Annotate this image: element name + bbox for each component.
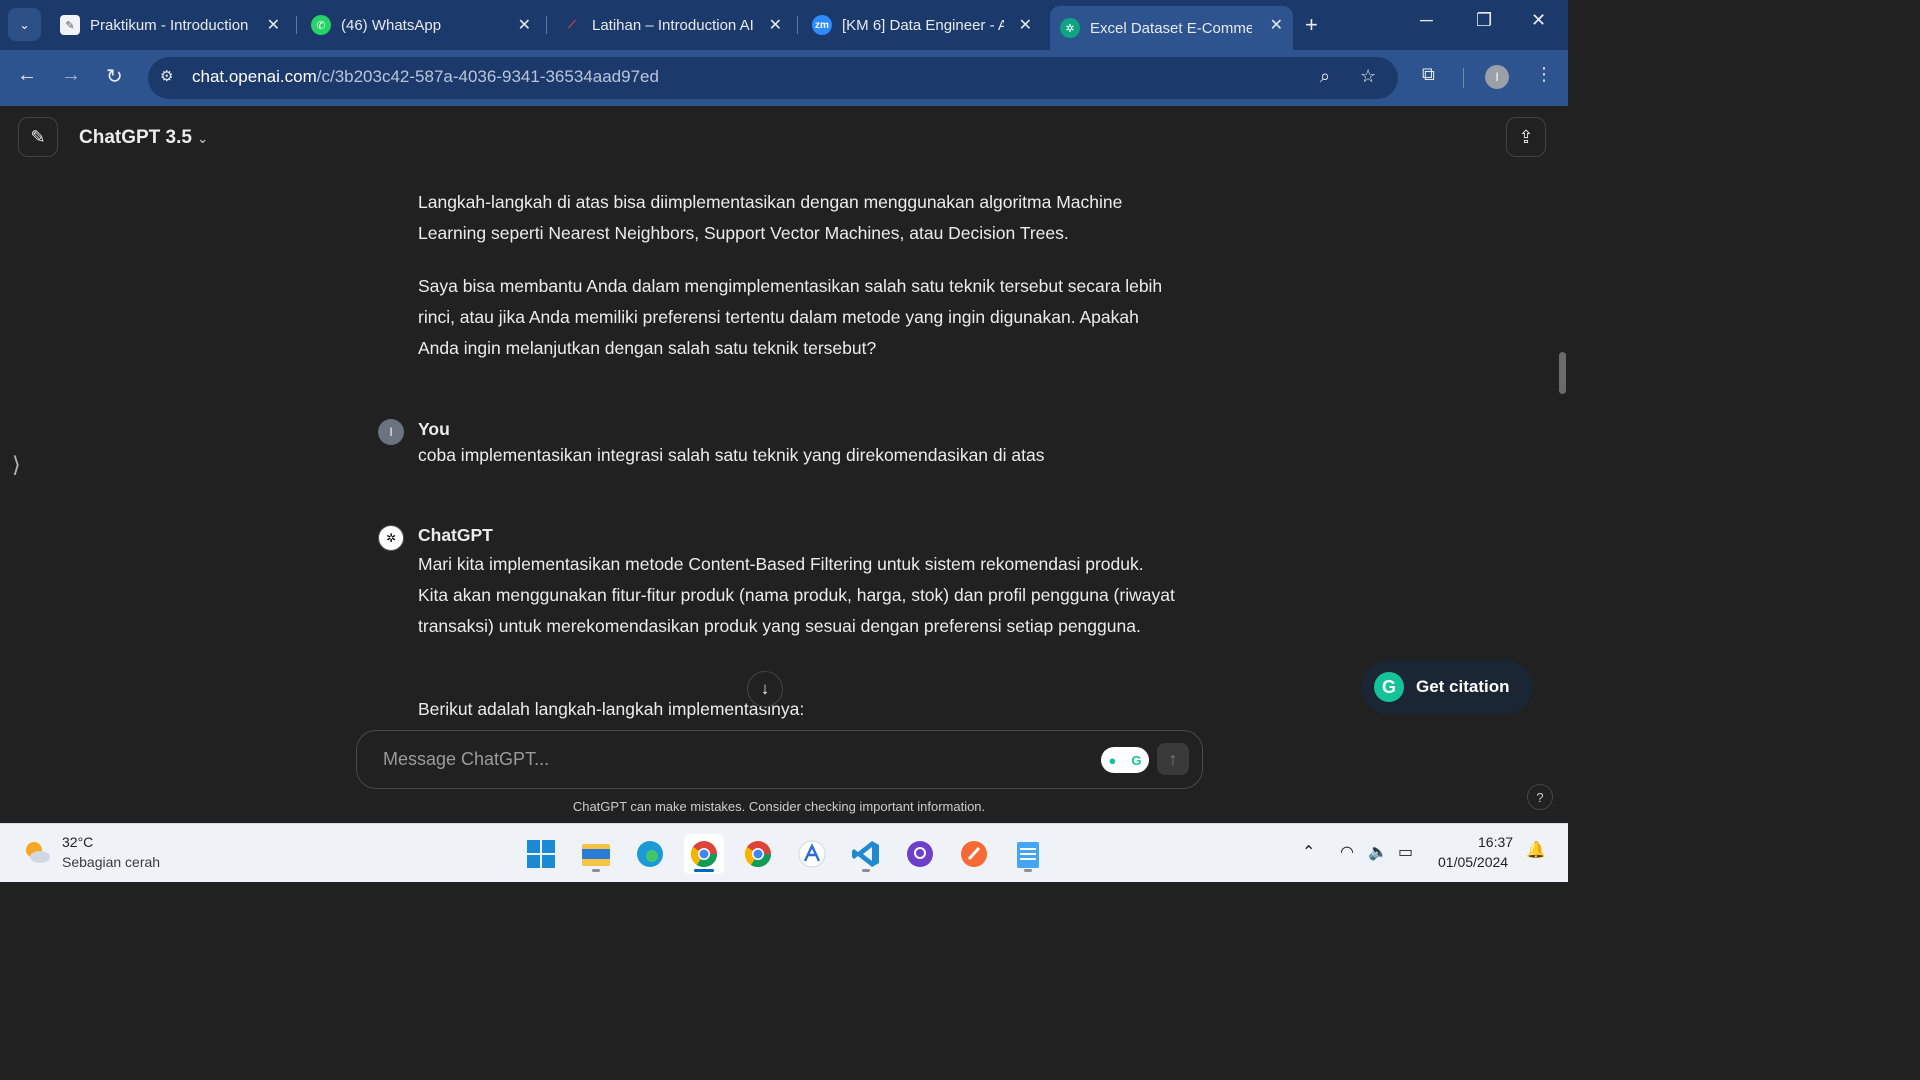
translate-app-icon[interactable] [792,834,832,874]
tab-title: (46) WhatsApp [341,16,442,34]
restore-icon[interactable]: ❐ [1476,10,1492,31]
browser-tab-strip: ⌄ ✎ Praktikum - Introduction ✕ ✆ (46) Wh… [0,0,1568,50]
tab-title: Praktikum - Introduction [90,16,249,34]
tab-praktikum[interactable]: ✎ Praktikum - Introduction ✕ [50,6,290,44]
active-indicator [694,869,714,872]
notification-bell-icon[interactable]: 🔔 [1526,840,1546,860]
battery-icon[interactable]: ▭ [1398,842,1413,862]
model-selector[interactable]: ChatGPT 3.5 ⌄ [79,127,208,149]
url-text[interactable]: chat.openai.com/c/3b203c42-587a-4036-934… [192,67,659,87]
assistant-paragraph: Mari kita implementasikan metode Content… [418,554,1175,636]
toolbar-divider [1463,68,1464,88]
running-indicator [592,869,600,872]
minimize-icon[interactable]: ─ [1420,10,1433,31]
back-arrow-icon[interactable]: ← [17,64,37,87]
openai-icon: ✲ [1060,18,1080,38]
clock-date[interactable]: 01/05/2024 [1438,854,1508,870]
tab-separator [797,16,798,34]
bookmark-star-icon[interactable]: ☆ [1360,66,1376,87]
message-composer[interactable]: Message ChatGPT... ● G ↑ [356,730,1203,789]
assistant-paragraph: Berikut adalah langkah-langkah implement… [418,699,805,719]
chatgpt-logo-icon: ✲ [378,525,404,551]
assistant-name: ChatGPT [418,525,493,545]
tab-search-button[interactable]: ⌄ [8,8,41,41]
tab-title: Excel Dataset E-Commerce [1090,19,1252,37]
scrollbar-thumb[interactable] [1559,352,1566,394]
notepad-icon[interactable] [1008,834,1048,874]
share-icon[interactable]: ⇪ [1506,117,1546,157]
scroll-down-arrow-icon[interactable]: ↓ [747,671,783,707]
tab-whatsapp[interactable]: ✆ (46) WhatsApp ✕ [301,6,541,44]
reload-icon[interactable]: ↻ [106,64,123,89]
message-input[interactable]: Message ChatGPT... [383,749,549,770]
close-icon[interactable]: ✕ [518,15,531,35]
chrome-profile-icon[interactable] [738,834,778,874]
weather-description[interactable]: Sebagian cerah [62,854,160,870]
close-icon[interactable]: ✕ [1019,15,1032,35]
extensions-icon[interactable]: ⧉ [1422,64,1435,85]
grammarly-icon: G [1374,672,1404,702]
sidebar-toggle-icon[interactable]: ⟩ [12,452,21,478]
chrome-browser-icon[interactable] [684,834,724,874]
wifi-icon[interactable]: ◠ [1340,842,1354,862]
postman-icon[interactable] [954,834,994,874]
close-icon[interactable]: ✕ [267,15,280,35]
weather-temperature[interactable]: 32°C [62,834,93,850]
grammarly-widget[interactable]: ● G [1101,747,1149,773]
get-citation-button[interactable]: G Get citation [1362,660,1532,714]
window-close-icon[interactable]: ✕ [1531,10,1546,31]
windows-start-icon[interactable] [521,834,561,874]
chevron-up-icon[interactable]: ⌃ [1302,842,1315,862]
chat-header: ✎ ChatGPT 3.5 ⌄ ⇪ [0,106,1568,170]
windows-taskbar: 32°C Sebagian cerah ⌃ ◠ 🔈 ▭ 16:37 01/05/… [0,823,1568,882]
address-bar[interactable]: ⚙ chat.openai.com/c/3b203c42-587a-4036-9… [148,57,1398,99]
tab-title: Latihan – Introduction AI [592,16,754,34]
browser-toolbar: ← → ↻ ⚙ chat.openai.com/c/3b203c42-587a-… [0,50,1568,106]
tab-separator [546,16,547,34]
tab-km6[interactable]: zm [KM 6] Data Engineer - A ✕ [802,6,1042,44]
partly-sunny-icon[interactable] [22,838,52,868]
close-icon[interactable]: ✕ [769,15,782,35]
whatsapp-icon: ✆ [311,15,331,35]
send-arrow-icon[interactable]: ↑ [1157,743,1189,775]
forward-arrow-icon[interactable]: → [61,64,81,87]
assistant-paragraph: Saya bisa membantu Anda dalam mengimplem… [418,276,1163,358]
tab-separator [296,16,297,34]
github-desktop-icon[interactable] [900,834,940,874]
vscode-icon[interactable] [846,834,886,874]
disclaimer-text: ChatGPT can make mistakes. Consider chec… [572,799,986,814]
assistant-paragraph: Langkah-langkah di atas bisa diimplement… [418,192,1123,243]
grammarly-icon: G [1131,752,1142,768]
tab-latihan[interactable]: ⟋ Latihan – Introduction AI ✕ [552,6,792,44]
dicoding-icon: ⟋ [568,18,576,31]
close-icon[interactable]: ✕ [1270,15,1283,35]
running-indicator [1024,869,1032,872]
user-message: coba implementasikan integrasi salah sat… [418,445,1045,465]
menu-kebab-icon[interactable]: ⋮ [1535,64,1553,85]
new-tab-button[interactable]: + [1305,12,1318,38]
zoom-magnifier-icon[interactable]: ⌕ [1320,66,1330,87]
site-info-icon[interactable]: ⚙ [160,67,173,85]
profile-avatar[interactable]: I [1485,65,1509,89]
file-explorer-icon[interactable] [576,834,616,874]
tab-excel-dataset[interactable]: ✲ Excel Dataset E-Commerce ✕ [1050,6,1293,50]
user-avatar: I [378,419,404,445]
edge-browser-icon[interactable] [630,834,670,874]
running-indicator [862,869,870,872]
tab-title: [KM 6] Data Engineer - A [842,16,1004,34]
volume-icon[interactable]: 🔈 [1368,842,1388,862]
chevron-down-icon: ⌄ [197,131,209,146]
citation-label: Get citation [1416,677,1510,696]
grammarly-bulb-icon: ● [1108,752,1117,768]
notepad-icon: ✎ [60,15,80,35]
zoom-icon: zm [812,15,832,35]
help-button[interactable]: ? [1527,784,1553,810]
new-chat-icon[interactable]: ✎ [18,117,58,157]
clock-time[interactable]: 16:37 [1478,834,1513,850]
